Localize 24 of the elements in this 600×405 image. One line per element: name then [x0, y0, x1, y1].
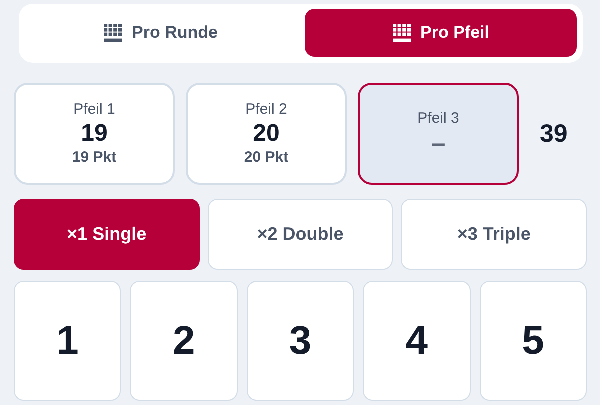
dart-label: Pfeil 2: [246, 101, 288, 119]
dart-points: 20 Pkt: [244, 149, 289, 167]
dart-label: Pfeil 3: [418, 110, 460, 128]
number-button[interactable]: 1: [14, 281, 122, 401]
mode-tab[interactable]: Pro Pfeil: [305, 9, 577, 57]
number-button[interactable]: 2: [130, 281, 238, 401]
number-button[interactable]: 5: [480, 281, 587, 401]
grid-icon: [392, 24, 411, 42]
number-button[interactable]: 4: [363, 281, 471, 401]
dart-score: 19: [81, 119, 108, 149]
grid-icon: [104, 24, 122, 42]
mode-tab[interactable]: Pro Runde: [25, 9, 297, 57]
dart-points: 19 Pkt: [72, 149, 117, 167]
multiplier-button[interactable]: ×1 Single: [14, 199, 200, 270]
dart-label: Pfeil 1: [74, 101, 116, 119]
dart-score: 20: [253, 119, 280, 149]
multiplier-button[interactable]: ×2 Double: [208, 199, 394, 270]
dart-score: –: [431, 128, 446, 158]
multiplier-button[interactable]: ×3 Triple: [401, 199, 587, 270]
dart-card[interactable]: Pfeil 2 20 20 Pkt: [186, 83, 347, 185]
number-button[interactable]: 3: [246, 281, 354, 401]
dart-card[interactable]: Pfeil 3 –: [358, 83, 519, 185]
total-score: 39: [540, 120, 568, 148]
dart-card[interactable]: Pfeil 1 19 19 Pkt: [14, 83, 175, 185]
